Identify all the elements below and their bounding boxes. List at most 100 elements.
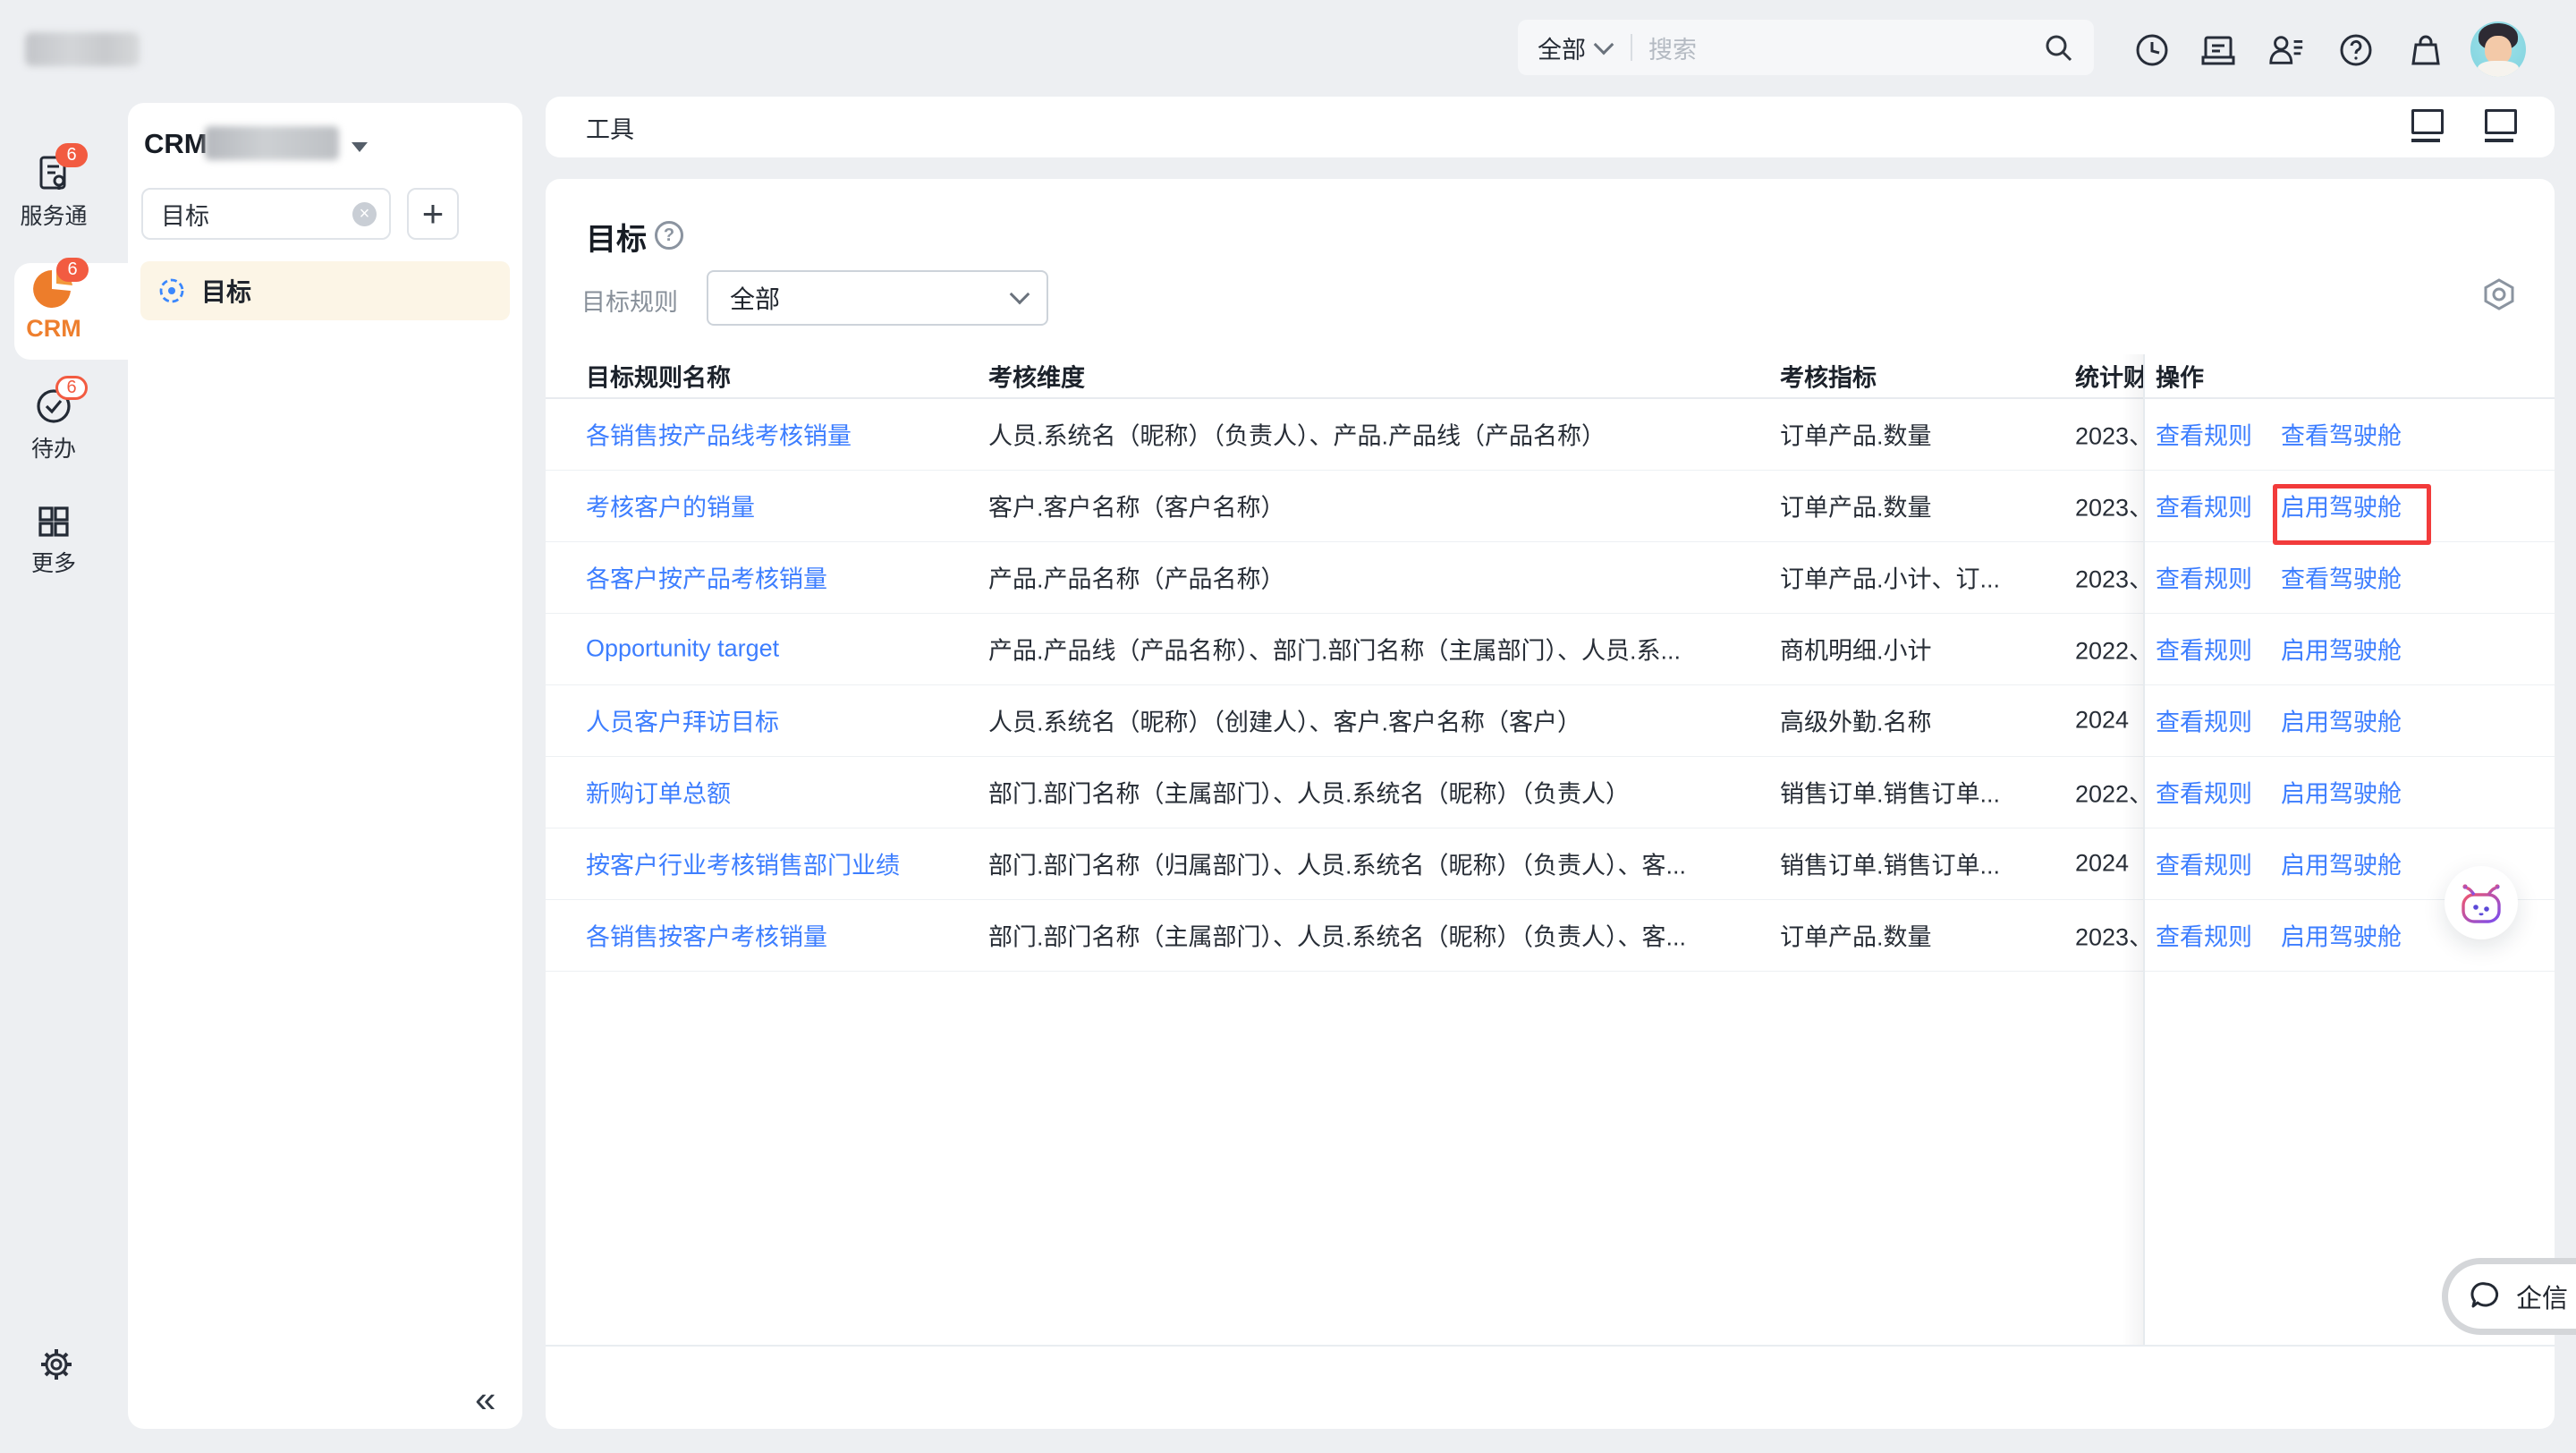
metric-cell: 订单产品.数量: [1780, 417, 1932, 452]
rule-name-link[interactable]: 各销售按产品线考核销量: [586, 417, 852, 452]
col-header-actions: 操作: [2156, 359, 2204, 394]
search-input[interactable]: 搜索: [1648, 30, 2042, 65]
sidebar-item-more[interactable]: 更多: [0, 503, 107, 578]
view-dashboard-link[interactable]: 查看驾驶舱: [2281, 417, 2402, 452]
sidebar-item-todo[interactable]: 6 待办: [0, 387, 107, 463]
enable-dashboard-link[interactable]: 启用驾驶舱: [2281, 846, 2402, 881]
highlight-red-box: [2273, 484, 2431, 545]
company-logo: [25, 32, 140, 66]
rule-name-link[interactable]: 考核客户的销量: [586, 489, 755, 523]
dimension-cell: 客户.客户名称（客户名称）: [988, 489, 1285, 523]
bag-icon[interactable]: [2406, 30, 2445, 70]
dimension-cell: 部门.部门名称（主属部门）、人员.系统名（昵称）（负责人）、客...: [988, 918, 1686, 953]
filter-label: 目标规则: [581, 283, 678, 318]
collapse-panel-icon[interactable]: «: [475, 1381, 496, 1418]
open-window-icon[interactable]: [2411, 109, 2442, 145]
crm-navigation-panel: CRM 目标 × + 目标 «: [128, 103, 522, 1429]
sidebar-item-label: 待办: [31, 431, 76, 463]
sidebar-item-crm[interactable]: 6 CRM: [0, 268, 107, 343]
rule-name-link[interactable]: Opportunity target: [586, 635, 779, 663]
dimension-cell: 人员.系统名（昵称）（创建人）、客户.客户名称（客户）: [988, 703, 1581, 738]
metric-cell: 销售订单.销售订单...: [1780, 775, 2000, 810]
contacts-icon[interactable]: [2267, 30, 2306, 70]
tools-tab-bar: 工具: [546, 97, 2555, 157]
rule-name-link[interactable]: 各销售按客户考核销量: [586, 918, 827, 953]
table-row: 人员客户拜访目标 人员.系统名（昵称）（创建人）、客户.客户名称（客户） 高级外…: [546, 684, 2555, 757]
user-avatar[interactable]: [2470, 21, 2526, 77]
enable-dashboard-link[interactable]: 启用驾驶舱: [2281, 918, 2402, 953]
view-rule-link[interactable]: 查看规则: [2156, 417, 2252, 452]
dimension-cell: 产品.产品线（产品名称）、部门.部门名称（主属部门）、人员.系...: [988, 632, 1681, 667]
enable-dashboard-link[interactable]: 启用驾驶舱: [2281, 703, 2402, 738]
service-badge: 6: [55, 143, 88, 167]
sidebar-item-label: CRM: [26, 315, 81, 343]
table-row: Opportunity target 产品.产品线（产品名称）、部门.部门名称（…: [546, 613, 2555, 685]
dimension-cell: 部门.部门名称（主属部门）、人员.系统名（昵称）（负责人）: [988, 775, 1630, 810]
enable-dashboard-link[interactable]: 启用驾驶舱: [2281, 632, 2402, 667]
enable-dashboard-link[interactable]: 启用驾驶舱: [2281, 775, 2402, 810]
search-scope-select[interactable]: 全部: [1538, 30, 1586, 65]
qixin-chat-button[interactable]: 企信: [2442, 1258, 2576, 1335]
help-icon[interactable]: ?: [655, 221, 683, 250]
avatar-shirt: [2478, 61, 2519, 77]
caret-down-icon[interactable]: [352, 142, 368, 152]
metric-cell: 高级外勤.名称: [1780, 703, 1932, 738]
search-icon[interactable]: [2042, 31, 2074, 64]
rule-name-link[interactable]: 按客户行业考核销售部门业绩: [586, 846, 900, 881]
sidebar-item-service[interactable]: 6 服务通: [0, 154, 107, 231]
divider: [1631, 34, 1632, 61]
view-rule-link[interactable]: 查看规则: [2156, 632, 2252, 667]
chevron-down-icon: [1594, 35, 1614, 55]
add-button[interactable]: +: [407, 188, 459, 240]
table-settings-icon[interactable]: [2483, 277, 2515, 311]
view-rule-link[interactable]: 查看规则: [2156, 489, 2252, 523]
chat-label: 企信: [2516, 1278, 2568, 1315]
nav-item-label: 目标: [201, 273, 251, 309]
assistant-robot-button[interactable]: [2445, 866, 2518, 939]
nav-item-target[interactable]: 目标: [140, 261, 510, 320]
more-grid-icon: [35, 503, 72, 540]
col-header-rule-name: 目标规则名称: [586, 359, 731, 394]
table-row: 各销售按客户考核销量 部门.部门名称（主属部门）、人员.系统名（昵称）（负责人）…: [546, 899, 2555, 972]
table-header-row: 目标规则名称 考核维度 考核指标 统计财 操作: [546, 354, 2555, 399]
search-value: 目标: [161, 197, 352, 232]
view-rule-link[interactable]: 查看规则: [2156, 846, 2252, 881]
help-icon[interactable]: [2336, 30, 2376, 70]
history-icon[interactable]: [2132, 30, 2172, 70]
metric-cell: 销售订单.销售订单...: [1780, 846, 2000, 881]
col-header-metric: 考核指标: [1780, 359, 1877, 394]
redacted-subtitle: [205, 126, 339, 160]
rule-name-link[interactable]: 新购订单总额: [586, 775, 731, 810]
inbox-icon[interactable]: [2199, 30, 2238, 70]
metric-cell: 订单产品.数量: [1780, 918, 1932, 953]
open-fullscreen-icon[interactable]: [2485, 109, 2515, 145]
rule-name-link[interactable]: 人员客户拜访目标: [586, 703, 779, 738]
todo-badge: 6: [55, 376, 88, 400]
target-bullseye-icon: [157, 276, 187, 306]
table-row: 考核客户的销量 客户.客户名称（客户名称） 订单产品.数量 2023、 查看规则…: [546, 470, 2555, 542]
table-bottom-divider: [546, 1345, 2555, 1347]
view-rule-link[interactable]: 查看规则: [2156, 703, 2252, 738]
sidebar-item-label: 服务通: [20, 199, 87, 231]
crm-badge: 6: [56, 258, 89, 282]
rule-filter-select[interactable]: 全部: [707, 270, 1048, 326]
crm-pie-icon: 6: [33, 268, 74, 310]
global-search[interactable]: 全部 搜索: [1518, 20, 2094, 75]
view-rule-link[interactable]: 查看规则: [2156, 918, 2252, 953]
page-title: 目标: [586, 215, 647, 259]
view-rule-link[interactable]: 查看规则: [2156, 560, 2252, 595]
rule-name-link[interactable]: 各客户按产品考核销量: [586, 560, 827, 595]
metric-cell: 商机明细.小计: [1780, 632, 1932, 667]
table-row: 新购订单总额 部门.部门名称（主属部门）、人员.系统名（昵称）（负责人） 销售订…: [546, 756, 2555, 828]
view-dashboard-link[interactable]: 查看驾驶舱: [2281, 560, 2402, 595]
clear-icon[interactable]: ×: [352, 202, 377, 226]
settings-gear-icon[interactable]: [39, 1347, 73, 1381]
col-header-dimension: 考核维度: [988, 359, 1085, 394]
view-rule-link[interactable]: 查看规则: [2156, 775, 2252, 810]
target-rules-panel: 目标 ? 目标规则 全部 目标规则名称 考核维度 考核指标 统计财 操作 各销售…: [546, 179, 2555, 1429]
select-value: 全部: [730, 280, 780, 316]
dimension-cell: 部门.部门名称（归属部门）、人员.系统名（昵称）（负责人）、客...: [988, 846, 1686, 881]
panel-search-input[interactable]: 目标 ×: [141, 188, 391, 240]
tab-tools[interactable]: 工具: [586, 97, 634, 157]
table-row: 各客户按产品考核销量 产品.产品名称（产品名称） 订单产品.小计、订... 20…: [546, 541, 2555, 614]
